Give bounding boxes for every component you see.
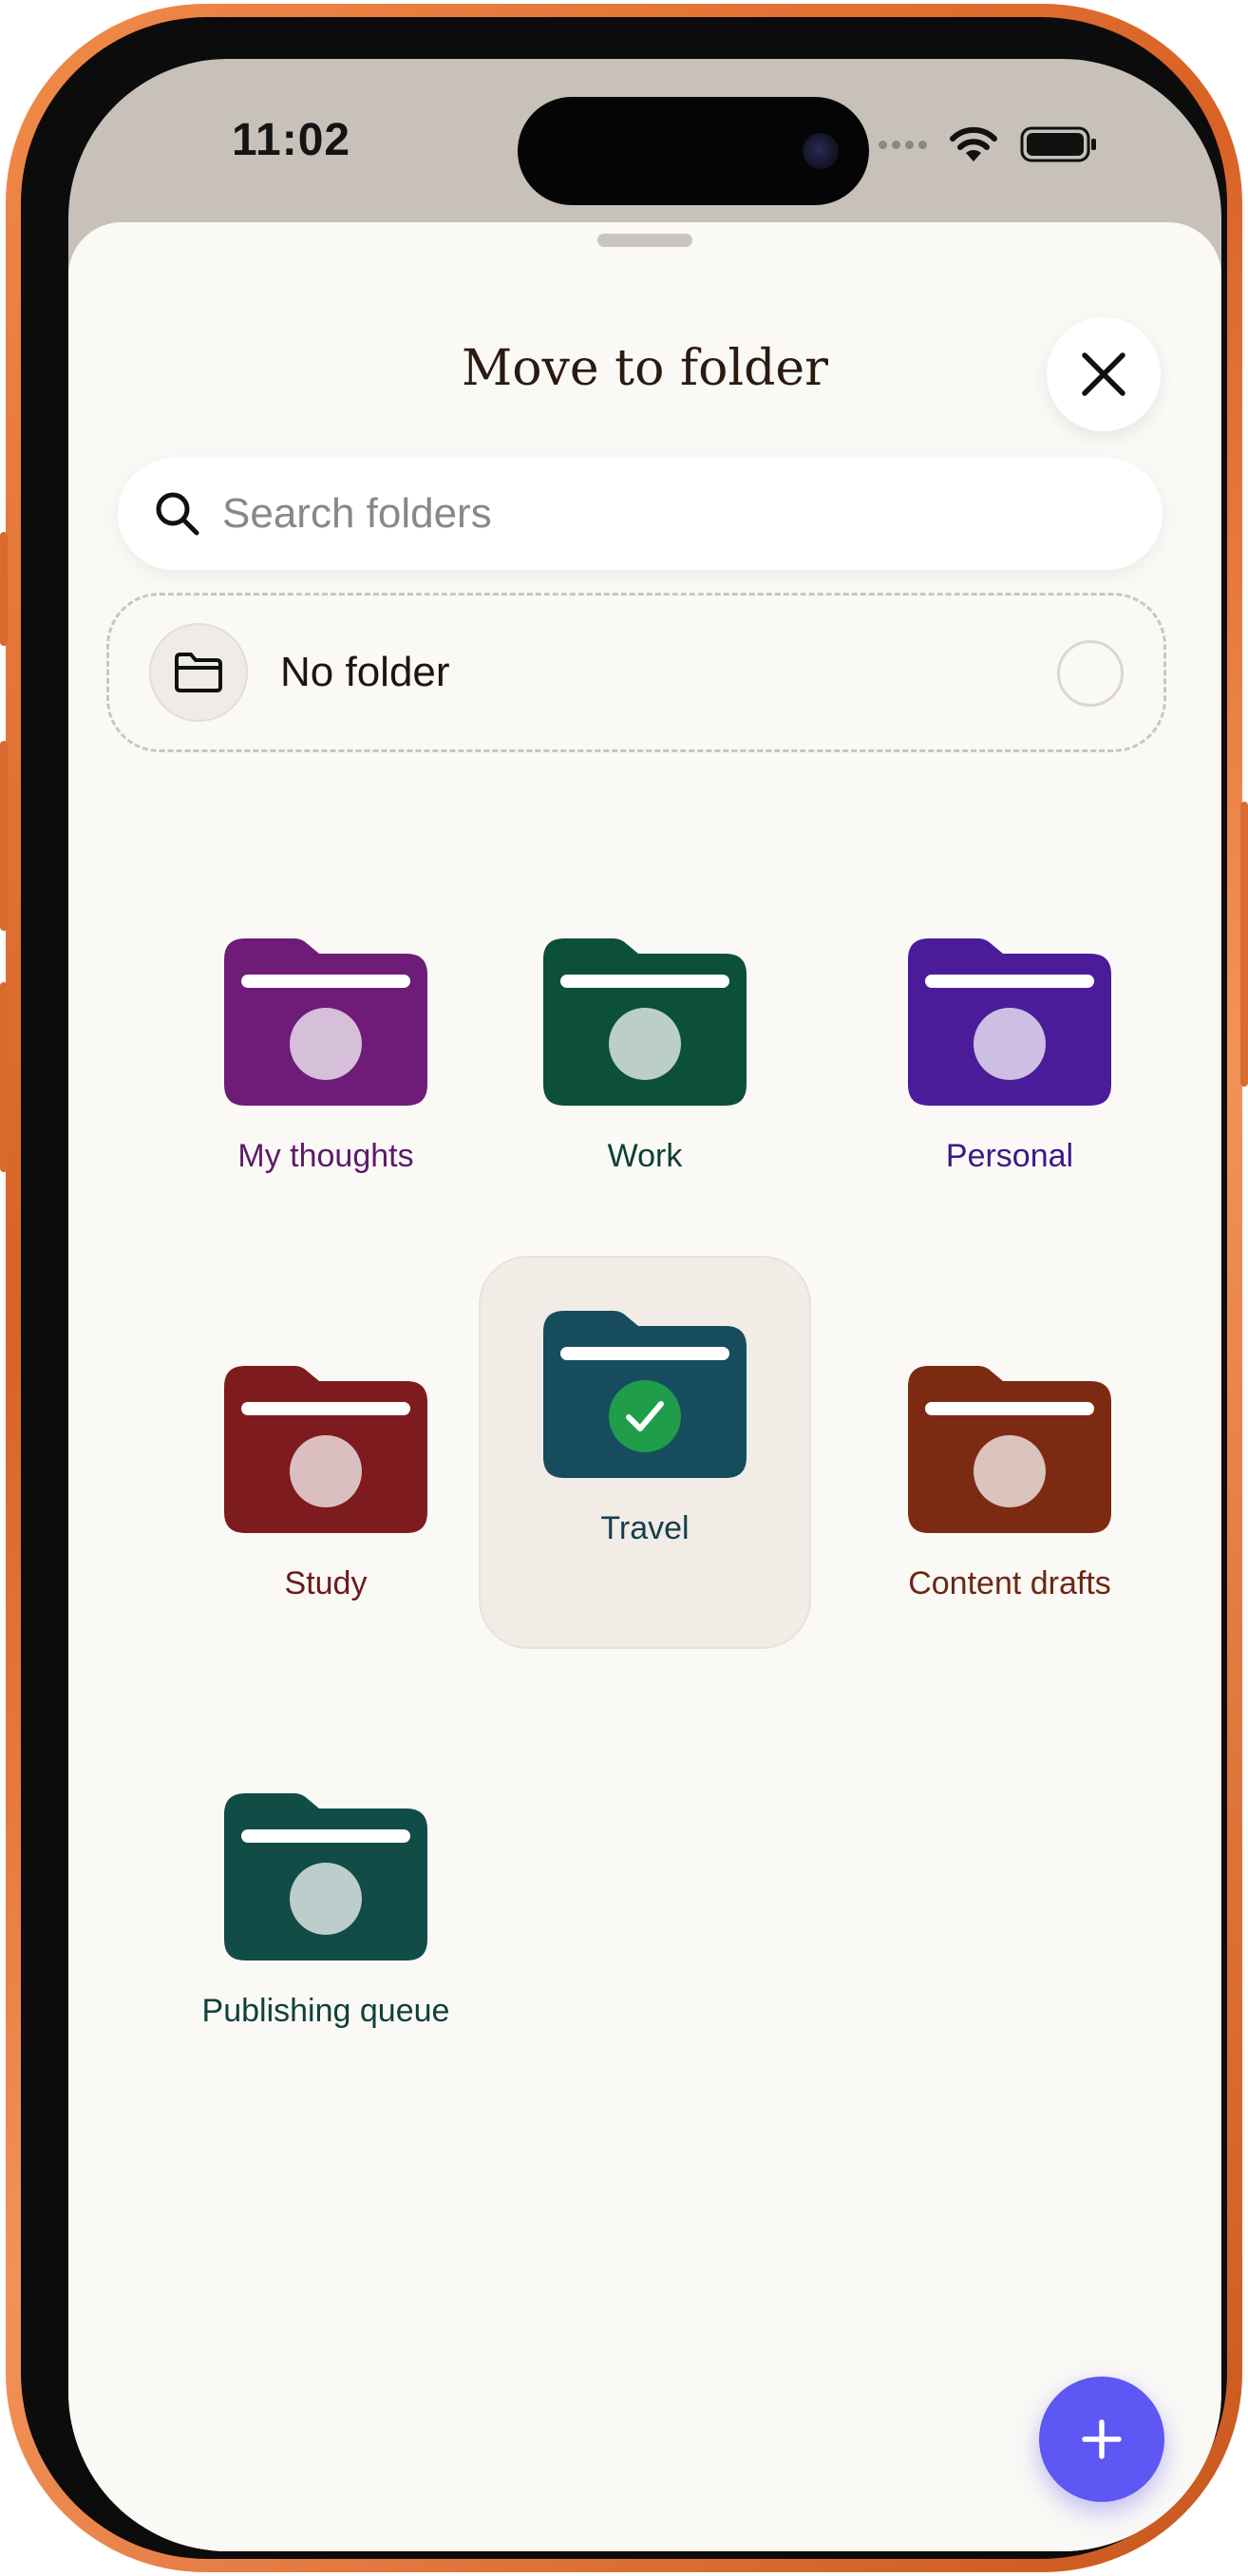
battery-icon — [1020, 126, 1096, 162]
search-bar — [118, 458, 1163, 570]
bezel: 11:02 Move to folder Search folders No f… — [21, 17, 1227, 2559]
folder-label: Personal — [945, 1138, 1074, 1174]
move-to-folder-sheet: Move to folder Search folders No folder … — [68, 222, 1221, 2551]
no-folder-radio[interactable] — [1057, 640, 1124, 707]
folder-work[interactable]: Work — [479, 883, 811, 1277]
power-button — [1240, 802, 1248, 1087]
folder-content-drafts[interactable]: Content drafts — [843, 1311, 1176, 1704]
selected-check-badge — [609, 1380, 681, 1452]
cellular-signal-icon — [879, 140, 927, 149]
volume-up-button — [0, 741, 8, 931]
status-icons — [879, 125, 1098, 163]
close-icon — [1082, 352, 1125, 396]
volume-down-button — [0, 982, 8, 1172]
search-icon — [156, 492, 199, 536]
plus-icon — [1082, 2419, 1122, 2459]
folder-icon — [908, 1366, 1111, 1533]
folder-icon — [224, 1366, 427, 1533]
close-button[interactable] — [1047, 317, 1161, 431]
no-folder-option[interactable]: No folder — [106, 593, 1166, 752]
search-input[interactable] — [220, 489, 1079, 539]
folder-personal[interactable]: Personal — [843, 883, 1176, 1277]
folder-icon — [543, 1311, 747, 1478]
phone-frame: 11:02 Move to folder Search folders No f… — [0, 4, 1248, 2572]
no-folder-label: No folder — [280, 649, 450, 695]
screen: 11:02 Move to folder Search folders No f… — [68, 59, 1221, 2551]
status-time: 11:02 — [232, 115, 351, 165]
dynamic-island — [518, 97, 869, 205]
folder-label: Publishing queue — [201, 1993, 450, 2029]
folder-outline-icon — [149, 623, 248, 722]
folder-label: Work — [607, 1138, 683, 1174]
folder-label: Content drafts — [908, 1565, 1111, 1601]
folder-publishing-queue[interactable]: Publishing queue — [160, 1738, 492, 2131]
folder-travel[interactable]: Travel — [479, 1256, 811, 1649]
sheet-grabber[interactable] — [597, 234, 692, 247]
folder-my-thoughts[interactable]: My thoughts — [160, 883, 492, 1277]
wifi-icon — [950, 126, 997, 161]
folder-label: Travel — [600, 1510, 690, 1546]
folder-study[interactable]: Study — [160, 1311, 492, 1704]
folder-icon — [224, 1793, 427, 1960]
folder-label: My thoughts — [237, 1138, 414, 1174]
new-folder-button[interactable] — [1039, 2377, 1164, 2502]
folder-icon — [224, 938, 427, 1106]
action-button — [0, 532, 8, 646]
folder-label: Study — [284, 1565, 368, 1601]
folder-icon — [908, 938, 1111, 1106]
camera-icon — [803, 133, 839, 169]
folder-icon — [543, 938, 747, 1106]
